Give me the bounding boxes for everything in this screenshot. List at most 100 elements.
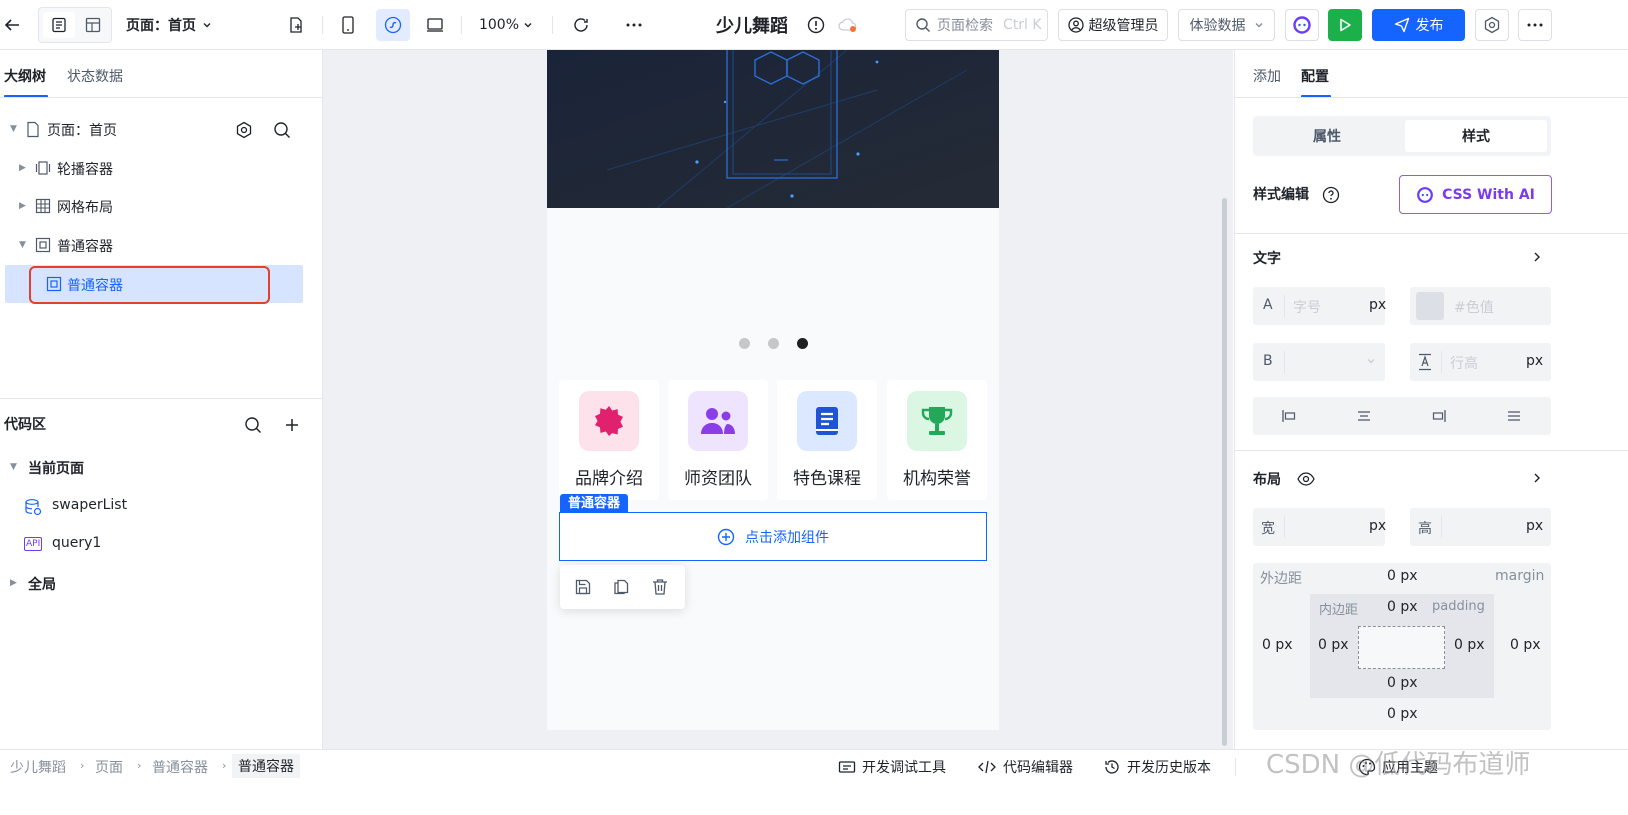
dev-debug-tools-button[interactable]: 开发调试工具 bbox=[838, 757, 946, 777]
search-placeholder: 页面检索 bbox=[937, 18, 993, 34]
cloud-sync-icon[interactable] bbox=[834, 9, 862, 41]
add-circle-icon bbox=[717, 528, 735, 546]
margin-left-value[interactable]: 0 px bbox=[1262, 637, 1293, 653]
breadcrumb-item[interactable]: 少儿舞蹈 bbox=[10, 757, 66, 777]
tab-add[interactable]: 添加 bbox=[1253, 66, 1281, 86]
miniprogram-device-icon[interactable] bbox=[376, 9, 410, 41]
code-editor-button[interactable]: 代码编辑器 bbox=[977, 757, 1073, 777]
delete-icon[interactable] bbox=[651, 578, 669, 596]
caret-right-icon: ▶ bbox=[10, 578, 17, 588]
book-icon bbox=[797, 391, 857, 451]
segment-properties[interactable]: 属性 bbox=[1253, 116, 1401, 156]
breadcrumb-item[interactable]: 普通容器 bbox=[152, 757, 208, 777]
page-search-input[interactable]: 页面检索 Ctrl K bbox=[905, 9, 1048, 41]
nav-card-brand[interactable]: 品牌介绍 bbox=[559, 380, 659, 500]
watermark-text: CSDN @低代码布道师 bbox=[1266, 750, 1531, 780]
style-edit-title: 样式编辑 bbox=[1253, 187, 1309, 203]
padding-bottom-value[interactable]: 0 px bbox=[1387, 675, 1418, 691]
height-field[interactable]: 高 px bbox=[1410, 508, 1551, 546]
more-options-icon[interactable] bbox=[620, 9, 648, 41]
tree-node-carousel[interactable]: ▶ 轮播容器 bbox=[0, 149, 323, 187]
breadcrumb-item[interactable]: 页面 bbox=[95, 757, 123, 777]
selected-container-dropzone[interactable]: 点击添加组件 bbox=[559, 512, 987, 561]
tree-node-container[interactable]: ▼ 普通容器 bbox=[0, 226, 323, 264]
dev-history-button[interactable]: 开发历史版本 bbox=[1103, 757, 1211, 777]
more-menu-button[interactable] bbox=[1518, 9, 1552, 41]
back-arrow-icon[interactable] bbox=[0, 9, 24, 41]
code-group-global[interactable]: ▶ 全局 bbox=[0, 564, 323, 602]
copy-icon[interactable] bbox=[612, 578, 630, 596]
chevron-right-icon[interactable] bbox=[1532, 472, 1542, 484]
code-item-query1[interactable]: API query1 bbox=[0, 525, 323, 563]
align-center-icon[interactable] bbox=[1356, 408, 1372, 424]
mobile-device-icon[interactable] bbox=[335, 9, 361, 41]
zoom-selector[interactable]: 100% bbox=[478, 9, 534, 41]
tree-node-page[interactable]: ▼ 页面：首页 bbox=[0, 110, 323, 148]
carousel-dot[interactable] bbox=[768, 338, 779, 349]
nav-card-teachers[interactable]: 师资团队 bbox=[668, 380, 768, 500]
ai-assistant-button[interactable] bbox=[1285, 9, 1319, 41]
page-view-icon[interactable] bbox=[43, 12, 75, 38]
preview-run-button[interactable] bbox=[1328, 9, 1362, 41]
tree-node-grid[interactable]: ▶ 网格布局 bbox=[0, 187, 323, 225]
code-group-current-page[interactable]: ▼ 当前页面 bbox=[0, 448, 323, 486]
segment-style[interactable]: 样式 bbox=[1405, 120, 1547, 152]
divider bbox=[0, 398, 322, 399]
save-icon[interactable] bbox=[574, 578, 592, 596]
align-right-icon[interactable] bbox=[1431, 408, 1447, 424]
tree-node-container-selected[interactable]: 普通容器 bbox=[5, 265, 303, 304]
add-component-label: 点击添加组件 bbox=[745, 529, 829, 546]
carousel-dot-active[interactable] bbox=[797, 338, 808, 349]
play-icon bbox=[1338, 18, 1352, 32]
nav-card-honors[interactable]: 机构荣誉 bbox=[887, 380, 987, 500]
css-with-ai-button[interactable]: CSS With AI bbox=[1399, 175, 1552, 214]
margin-top-value[interactable]: 0 px bbox=[1387, 568, 1418, 584]
settings-button[interactable] bbox=[1475, 9, 1509, 41]
margin-bottom-value[interactable]: 0 px bbox=[1387, 706, 1418, 722]
tab-outline-tree[interactable]: 大纲树 bbox=[4, 66, 46, 86]
breadcrumb-current[interactable]: 普通容器 bbox=[232, 754, 300, 778]
refresh-icon[interactable] bbox=[568, 9, 594, 41]
add-page-icon[interactable] bbox=[283, 9, 309, 41]
color-field[interactable]: #色值 bbox=[1410, 287, 1551, 325]
layout-view-icon[interactable] bbox=[77, 12, 109, 38]
font-size-placeholder: 字号 bbox=[1293, 300, 1321, 316]
chevron-right-icon: › bbox=[80, 759, 85, 772]
info-icon[interactable] bbox=[804, 9, 828, 41]
padding-left-value[interactable]: 0 px bbox=[1318, 637, 1349, 653]
padding-right-value[interactable]: 0 px bbox=[1454, 637, 1485, 653]
align-left-icon[interactable] bbox=[1281, 408, 1297, 424]
search-icon[interactable] bbox=[244, 416, 262, 434]
nav-card-courses[interactable]: 特色课程 bbox=[777, 380, 877, 500]
nav-label: 特色课程 bbox=[793, 469, 861, 489]
publish-label: 发布 bbox=[1415, 18, 1444, 34]
add-icon[interactable] bbox=[284, 417, 300, 433]
page-selector[interactable]: 页面：首页 bbox=[126, 9, 230, 41]
search-icon[interactable] bbox=[273, 121, 291, 139]
align-justify-icon[interactable] bbox=[1506, 408, 1522, 424]
help-icon[interactable] bbox=[1322, 186, 1340, 204]
chevron-right-icon[interactable] bbox=[1532, 251, 1542, 263]
padding-box: 内边距 padding 0 px 0 px 0 px 0 px bbox=[1310, 594, 1494, 698]
publish-button[interactable]: 发布 bbox=[1372, 9, 1465, 41]
admin-role-button[interactable]: 超级管理员 bbox=[1058, 9, 1168, 41]
tab-state-data[interactable]: 状态数据 bbox=[67, 66, 123, 86]
font-size-field[interactable]: A 字号 px bbox=[1253, 287, 1386, 325]
code-item-swaperlist[interactable]: swaperList bbox=[0, 487, 323, 525]
font-weight-select[interactable]: B bbox=[1253, 343, 1385, 381]
ai-logo-icon bbox=[1292, 15, 1312, 35]
desktop-device-icon[interactable] bbox=[421, 9, 449, 41]
page-settings-icon[interactable] bbox=[235, 121, 253, 139]
tab-config[interactable]: 配置 bbox=[1301, 66, 1329, 86]
padding-top-value[interactable]: 0 px bbox=[1387, 599, 1418, 615]
data-mode-select[interactable]: 体验数据 bbox=[1178, 9, 1275, 41]
margin-right-value[interactable]: 0 px bbox=[1510, 637, 1541, 653]
canvas-scrollbar[interactable] bbox=[1222, 198, 1227, 746]
selected-container-tag[interactable]: 普通容器 bbox=[560, 494, 629, 514]
eye-icon[interactable] bbox=[1297, 471, 1315, 487]
carousel-dot[interactable] bbox=[739, 338, 750, 349]
page-preview: 品牌介绍 师资团队 特色课程 机构荣誉 普通容器 点击添加组件 bbox=[547, 50, 999, 730]
width-field[interactable]: 宽 px bbox=[1253, 508, 1386, 546]
line-height-field[interactable]: 行高 px bbox=[1410, 343, 1551, 381]
color-swatch[interactable] bbox=[1416, 292, 1444, 320]
